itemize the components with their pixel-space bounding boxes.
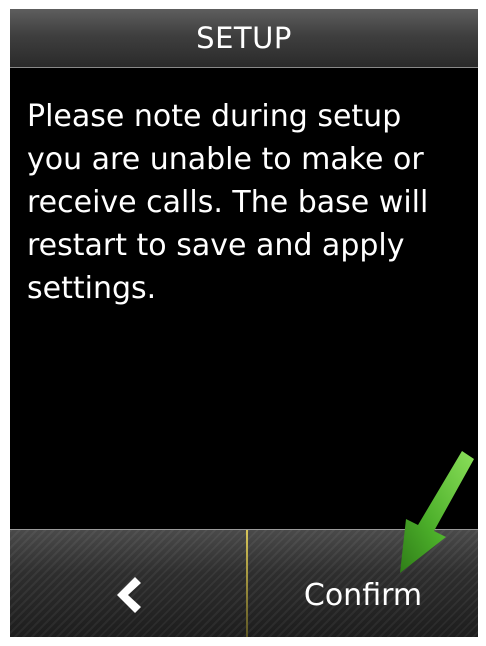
green-arrow-icon: [400, 451, 474, 573]
title-bar: SETUP: [10, 9, 478, 68]
back-chevron-icon: [117, 577, 141, 613]
confirm-label: Confirm: [303, 577, 423, 613]
back-button[interactable]: [10, 530, 246, 637]
page-title: SETUP: [196, 21, 292, 55]
setup-notice-text: Please note during setup you are unable …: [27, 99, 429, 306]
phone-screen: SETUP Please note during setup you are u…: [10, 9, 478, 637]
